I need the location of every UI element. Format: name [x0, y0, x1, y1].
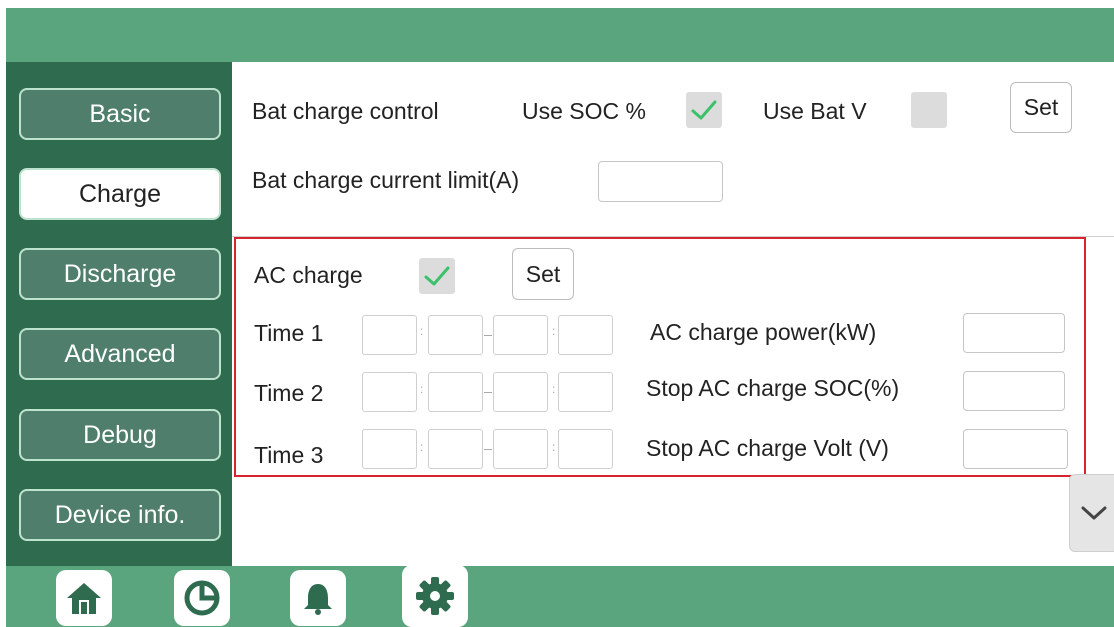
time-range-dash: [484, 335, 492, 336]
sidebar-item-label: Charge: [79, 179, 161, 208]
use-bat-v-checkbox[interactable]: [911, 92, 947, 128]
time-separator: :: [420, 382, 424, 396]
time-2-end-hour[interactable]: [493, 372, 548, 412]
use-soc-label: Use SOC %: [522, 98, 646, 124]
ac-charge-power-field[interactable]: [963, 313, 1065, 353]
check-icon: [691, 100, 717, 120]
bat-charge-control-label: Bat charge control: [252, 98, 439, 124]
time-separator: :: [552, 382, 556, 396]
time-separator: :: [420, 324, 424, 338]
stop-ac-charge-volt-field[interactable]: [963, 429, 1068, 469]
ac-charge-power-label: AC charge power(kW): [650, 319, 877, 345]
time-1-end-hour[interactable]: [493, 315, 548, 355]
sidebar-item-charge[interactable]: Charge: [19, 168, 221, 220]
time-1-start-hour[interactable]: [362, 315, 417, 355]
sidebar-item-label: Debug: [83, 420, 157, 449]
time-3-start-minute[interactable]: [428, 429, 483, 469]
time-3-end-hour[interactable]: [493, 429, 548, 469]
sidebar-item-label: Discharge: [63, 259, 177, 288]
gear-icon: [416, 577, 454, 615]
sidebar-item-label: Advanced: [64, 339, 176, 368]
ac-charge-checkbox[interactable]: [419, 258, 455, 294]
alarm-button[interactable]: [290, 570, 346, 626]
top-bar: [6, 8, 1114, 62]
time-range-dash: [484, 449, 492, 450]
time-separator: :: [552, 440, 556, 454]
sidebar-item-label: Device info.: [54, 500, 186, 529]
stop-ac-charge-volt-label: Stop AC charge Volt (V): [646, 435, 889, 461]
time-separator: :: [420, 440, 424, 454]
time-separator: :: [552, 324, 556, 338]
statistics-button[interactable]: [174, 570, 230, 626]
ac-charge-set-button[interactable]: Set: [512, 248, 574, 300]
pie-chart-icon: [184, 580, 220, 616]
stop-ac-charge-soc-label: Stop AC charge SOC(%): [646, 375, 900, 401]
sidebar-item-discharge[interactable]: Discharge: [19, 248, 221, 300]
time-3-end-minute[interactable]: [558, 429, 613, 469]
bottom-bar: [6, 566, 1114, 627]
time-3-start-hour[interactable]: [362, 429, 417, 469]
bat-charge-current-limit-field[interactable]: [598, 161, 723, 202]
ac-charge-label: AC charge: [254, 262, 363, 288]
check-icon: [424, 266, 450, 286]
use-bat-v-label: Use Bat V: [763, 98, 867, 124]
time-2-start-hour[interactable]: [362, 372, 417, 412]
sidebar-item-device-info[interactable]: Device info.: [19, 489, 221, 541]
time-2-start-minute[interactable]: [428, 372, 483, 412]
bell-icon: [304, 584, 332, 615]
scroll-down-button[interactable]: [1069, 474, 1114, 552]
home-button[interactable]: [56, 570, 112, 626]
time-3-label: Time 3: [254, 442, 324, 468]
time-1-label: Time 1: [254, 320, 324, 346]
set-button-label: Set: [525, 260, 561, 287]
time-range-dash: [484, 392, 492, 393]
settings-button[interactable]: [402, 565, 468, 627]
bat-charge-set-button[interactable]: Set: [1010, 82, 1072, 133]
sidebar-item-basic[interactable]: Basic: [19, 88, 221, 140]
stop-ac-charge-soc-field[interactable]: [963, 371, 1065, 411]
set-button-label: Set: [1023, 94, 1059, 120]
sidebar-item-advanced[interactable]: Advanced: [19, 328, 221, 380]
chevron-down-icon: [1081, 506, 1107, 520]
use-soc-checkbox[interactable]: [686, 92, 722, 128]
time-2-label: Time 2: [254, 380, 324, 406]
time-1-start-minute[interactable]: [428, 315, 483, 355]
sidebar-item-debug[interactable]: Debug: [19, 409, 221, 461]
sidebar-item-label: Basic: [89, 99, 151, 128]
home-icon: [67, 583, 101, 614]
time-1-end-minute[interactable]: [558, 315, 613, 355]
bat-charge-current-limit-label: Bat charge current limit(A): [252, 167, 520, 193]
time-2-end-minute[interactable]: [558, 372, 613, 412]
